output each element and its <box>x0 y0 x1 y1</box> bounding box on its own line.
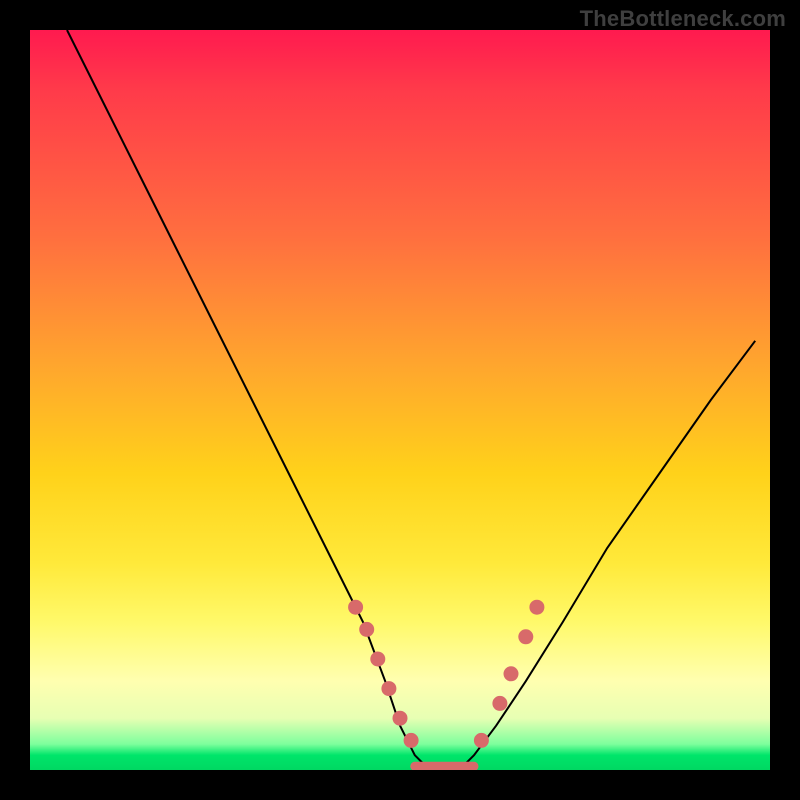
curve-marker <box>504 667 518 681</box>
curve-marker <box>474 733 488 747</box>
curve-marker <box>530 600 544 614</box>
marker-group <box>349 600 544 747</box>
plot-area <box>30 30 770 770</box>
curve-marker <box>493 696 507 710</box>
curve-marker <box>349 600 363 614</box>
bottleneck-curve <box>67 30 755 770</box>
watermark-text: TheBottleneck.com <box>580 6 786 32</box>
curve-marker <box>519 630 533 644</box>
curve-marker <box>404 733 418 747</box>
curve-marker <box>393 711 407 725</box>
curve-marker <box>360 622 374 636</box>
curve-marker <box>382 682 396 696</box>
curve-layer <box>30 30 770 770</box>
curve-marker <box>371 652 385 666</box>
chart-stage: TheBottleneck.com <box>0 0 800 800</box>
